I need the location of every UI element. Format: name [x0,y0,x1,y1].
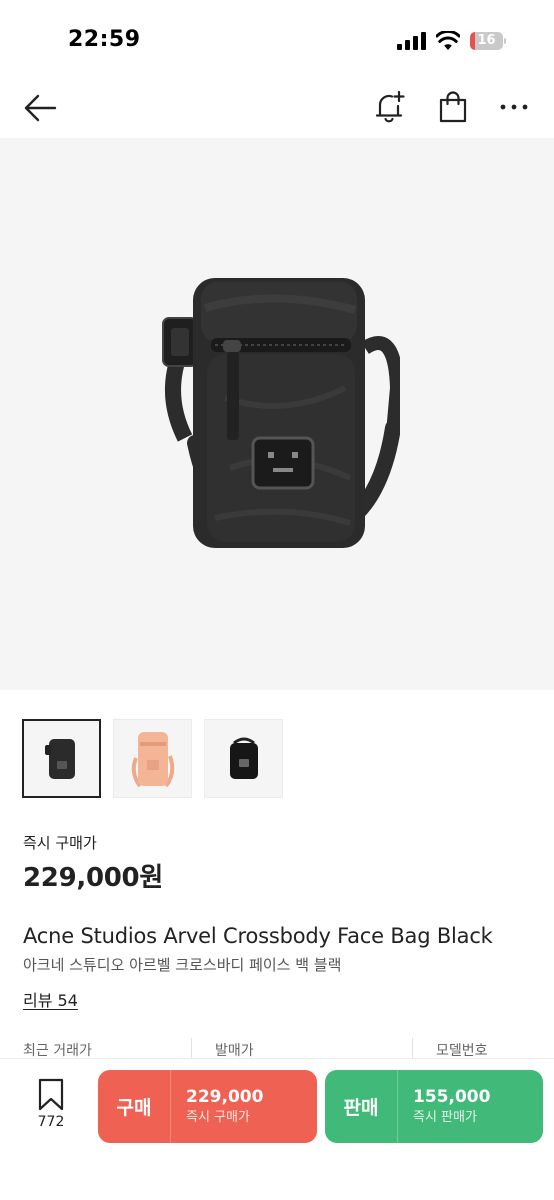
thumbnail-black[interactable] [22,719,101,798]
thumbnail-pink[interactable] [113,719,192,798]
cart-button[interactable] [433,87,473,127]
back-button[interactable] [20,88,60,128]
bag-thumbnail-image [229,737,258,779]
review-link[interactable]: 리뷰 54 [23,987,78,1011]
bag-thumbnail-image [131,731,174,787]
status-time: 22:59 [68,27,141,52]
back-arrow-icon [24,94,57,122]
notification-button[interactable] [370,87,410,127]
shopping-bag-icon [439,91,467,123]
cellular-signal-icon [397,32,426,50]
product-name-en: Acne Studios Arvel Crossbody Face Bag Bl… [23,924,493,948]
buy-label: 구매 [116,1097,152,1119]
model-number-label: 모델번호 [436,1043,488,1059]
status-bar: 22:59 16 [0,0,554,80]
sell-subtext: 즉시 판매가 [413,1109,477,1125]
battery-percentage: 16 [477,33,496,48]
crossbody-bag-image [162,278,400,548]
release-price-label: 발매가 [215,1043,254,1059]
sell-label: 판매 [343,1097,379,1119]
bookmark-button[interactable]: 772 [30,1078,72,1136]
buy-button[interactable]: 구매 229,000 즉시 구매가 [98,1070,317,1143]
bell-plus-icon [375,90,405,123]
buy-subtext: 즉시 구매가 [186,1109,250,1125]
more-button[interactable] [494,87,534,127]
price-label: 즉시 구매가 [23,834,97,852]
bookmark-icon [38,1078,64,1111]
buy-price: 229,000 [186,1086,264,1107]
bookmark-count: 772 [37,1114,65,1130]
wifi-icon [436,31,460,50]
product-image[interactable] [0,138,554,690]
battery-indicator: 16 [470,32,506,50]
price: 229,000원 [23,863,163,893]
bag-thumbnail-image [44,738,75,779]
thumbnail-strip [22,719,283,798]
more-icon [500,104,528,110]
sell-price: 155,000 [413,1086,491,1107]
sell-button[interactable]: 판매 155,000 즉시 판매가 [325,1070,543,1143]
recent-trade-label: 최근 거래가 [23,1043,92,1059]
product-name-ko: 아크네 스튜디오 아르벨 크로스바디 페이스 백 블랙 [23,956,342,974]
thumbnail-black-front[interactable] [204,719,283,798]
